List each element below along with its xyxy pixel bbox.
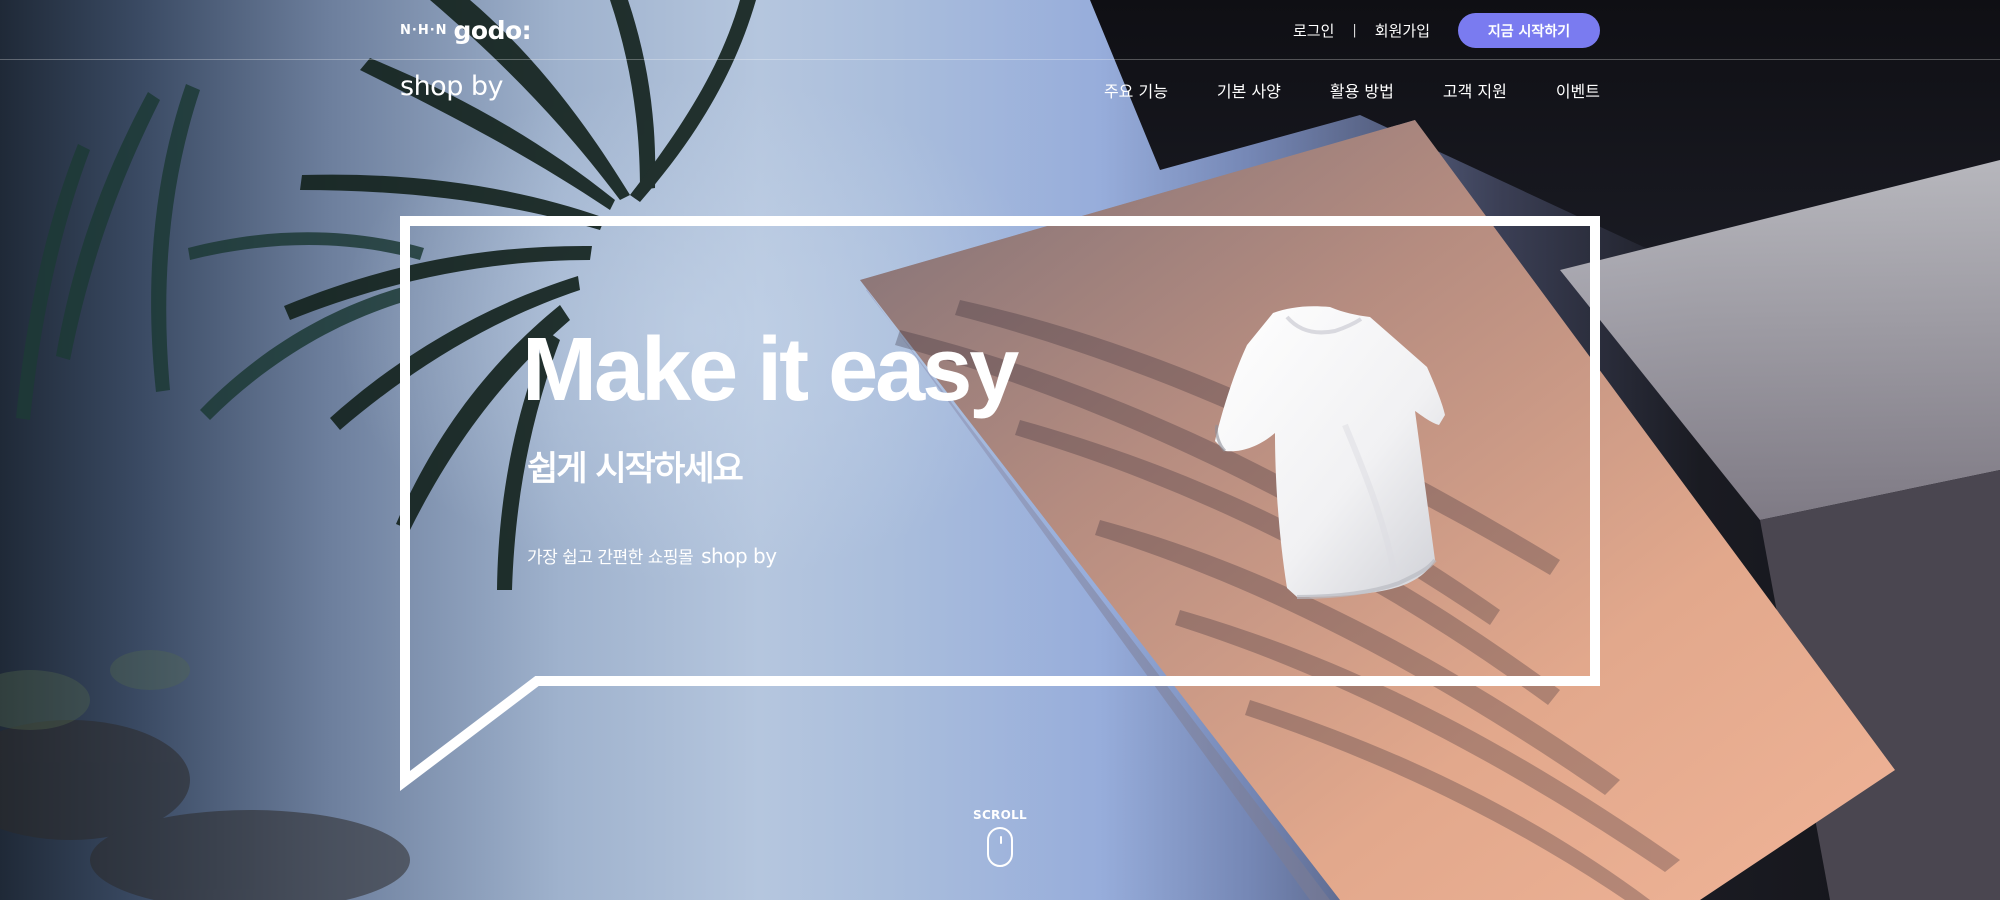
utility-links: 로그인 | 회원가입 지금 시작하기 [1293,13,1600,48]
main-nav: shop by 주요 기능 기본 사양 활용 방법 고객 지원 이벤트 [0,61,2000,116]
top-bar: N·H·N godo: 로그인 | 회원가입 지금 시작하기 [0,0,2000,60]
nav-item-features[interactable]: 주요 기능 [1104,78,1168,102]
login-link[interactable]: 로그인 [1293,20,1334,41]
nav-item-support[interactable]: 고객 지원 [1443,78,1507,102]
mouse-wheel [1000,836,1002,844]
hero-description: 가장 쉽고 간편한 쇼핑몰 shop by [527,543,777,568]
mouse-icon [987,827,1013,867]
hero-speech-frame [400,216,1600,792]
godo-logo-text: godo: [453,15,532,45]
nav-menu: 주요 기능 기본 사양 활용 방법 고객 지원 이벤트 [1104,78,1600,102]
signup-link[interactable]: 회원가입 [1375,20,1430,41]
shopby-logo[interactable]: shop by [400,71,504,102]
nhn-logo-text: N·H·N [400,22,448,38]
nav-item-usage[interactable]: 활용 방법 [1330,78,1394,102]
scroll-label: SCROLL [973,808,1027,822]
start-now-button[interactable]: 지금 시작하기 [1458,13,1600,48]
scroll-indicator[interactable]: SCROLL [960,808,1040,867]
tshirt-image [1215,306,1445,599]
hero-sub-headline: 쉽게 시작하세요 [527,449,744,489]
company-logo[interactable]: N·H·N godo: [400,15,532,45]
hero-description-text: 가장 쉽고 간편한 쇼핑몰 [527,548,694,568]
hero-headline: Make it easy [522,320,1019,420]
divider: | [1352,23,1357,38]
nav-item-events[interactable]: 이벤트 [1556,78,1600,102]
hero-description-brand: shop by [701,544,777,568]
nav-item-specs[interactable]: 기본 사양 [1217,78,1281,102]
